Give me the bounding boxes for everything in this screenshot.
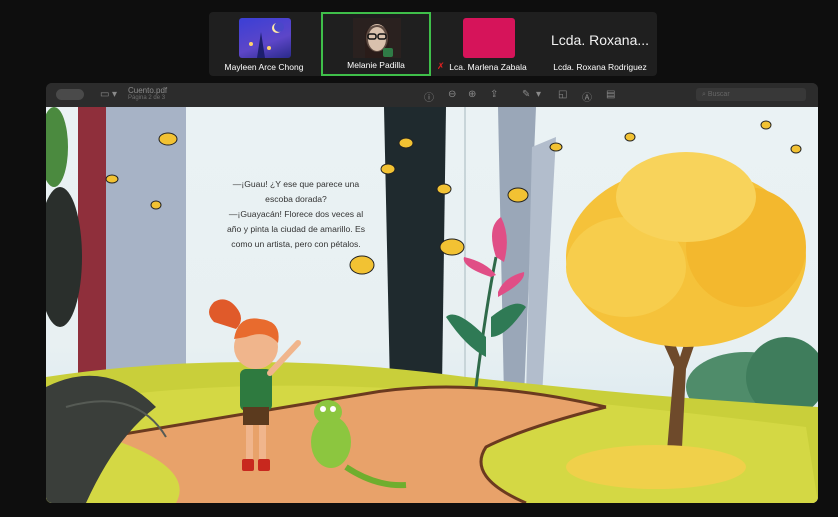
leaf [46, 107, 68, 187]
info-icon[interactable]: ⓘ [424, 89, 434, 104]
participant-tile-active[interactable]: Melanie Padilla [321, 12, 431, 76]
bee [507, 187, 529, 203]
annotate-icon[interactable]: Ⓐ [582, 89, 592, 104]
bee [105, 174, 119, 184]
story-illustration [46, 107, 818, 503]
participant-name: Melanie Padilla [347, 60, 405, 70]
story-line: escoba dorada? [265, 194, 327, 204]
bee [398, 137, 414, 149]
participant-avatar [463, 18, 515, 58]
tree-trunk-red [78, 107, 108, 377]
rotate-icon[interactable]: ◱ [558, 89, 567, 100]
bee [380, 163, 396, 175]
story-line: año y pinta la ciudad de amarillo. Es [226, 224, 366, 234]
bee [549, 142, 563, 152]
search-placeholder: Buscar [707, 91, 730, 98]
participant-strip: Mayleen Arce Chong Melanie Padilla ✗ Lca… [209, 12, 657, 76]
window-controls[interactable] [56, 89, 84, 100]
story-line: —¡Guau! ¿Y ese que parece una [232, 179, 360, 189]
participant-name: Lcda. Roxana Rodriguez [553, 62, 647, 72]
bee [349, 255, 375, 275]
form-icon[interactable]: ▤ [606, 89, 615, 100]
markup-pen-icon[interactable]: ✎ [522, 89, 530, 100]
bee [158, 132, 178, 146]
document-title: Cuento.pdf [128, 86, 168, 95]
share-icon[interactable]: ⇪ [490, 89, 498, 100]
bee [624, 132, 636, 142]
bee [150, 200, 162, 210]
document-page-info: Página 2 de 3 [128, 95, 166, 101]
story-line: como un artista, pero con pétalos. [231, 239, 361, 249]
viewer-toolbar: ▭ ▾ Cuento.pdf Página 2 de 3 ⓘ ⊖ ⊕ ⇪ ✎ ▾… [46, 83, 818, 108]
tree-trunk-blue [106, 107, 186, 372]
participant-avatar [239, 18, 291, 58]
bee [439, 238, 465, 256]
participant-tile[interactable]: Mayleen Arce Chong [209, 12, 319, 76]
search-input[interactable]: ⌕ Buscar [696, 88, 806, 101]
bee [790, 144, 802, 154]
participant-name: Mayleen Arce Chong [224, 62, 304, 72]
chevron-down-icon[interactable]: ▾ [536, 89, 541, 100]
participant-tile[interactable]: Lcda. Roxana... Lcda. Roxana Rodriguez [545, 12, 655, 76]
pdf-page: —¡Guau! ¿Y ese que parece una escoba dor… [46, 107, 818, 503]
participant-display-name: Lcda. Roxana... [550, 32, 650, 48]
pdf-viewer-window: ▭ ▾ Cuento.pdf Página 2 de 3 ⓘ ⊖ ⊕ ⇪ ✎ ▾… [46, 83, 818, 503]
bee [436, 183, 452, 195]
participant-video [353, 18, 401, 58]
story-text: —¡Guau! ¿Y ese que parece una escoba dor… [196, 177, 396, 252]
zoom-out-icon[interactable]: ⊖ [448, 89, 456, 100]
participant-tile[interactable]: ✗ Lca. Marlena Zabala [433, 12, 543, 76]
sidebar-toggle-icon[interactable]: ▭ [100, 89, 109, 100]
zoom-in-icon[interactable]: ⊕ [468, 89, 476, 100]
bee [760, 120, 772, 130]
leaf [46, 187, 82, 327]
chevron-down-icon[interactable]: ▾ [112, 89, 117, 100]
participant-name: Lca. Marlena Zabala [449, 62, 527, 72]
story-line: —¡Guayacán! Florece dos veces al [228, 209, 364, 219]
